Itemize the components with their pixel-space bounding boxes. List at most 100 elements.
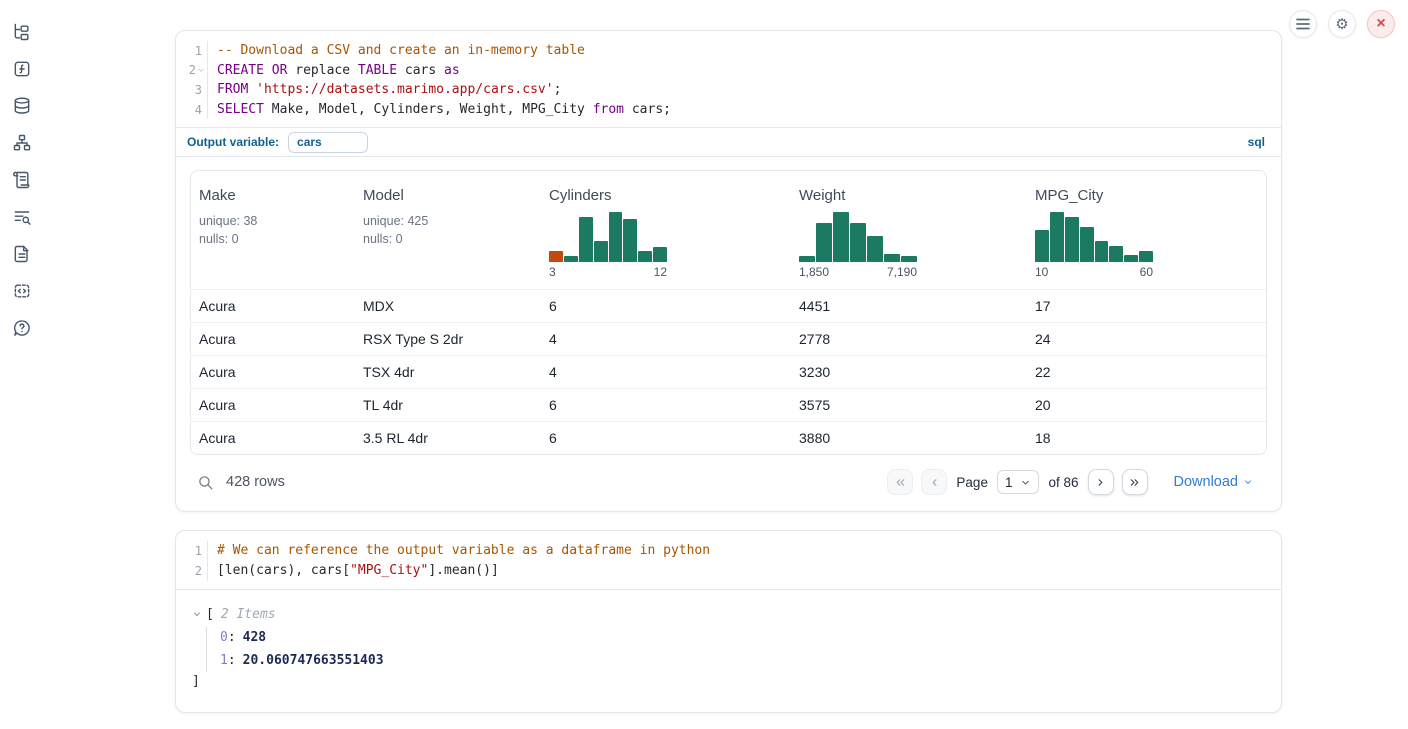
column-header[interactable]: Model unique: 425nulls: 0 (355, 177, 541, 283)
table-cell: TL 4dr (355, 397, 541, 413)
download-label: Download (1174, 474, 1239, 490)
histogram-bar (609, 212, 623, 262)
text-search-icon[interactable] (11, 206, 33, 228)
tree-item-value: 20.060747663551403 (243, 653, 384, 668)
histogram-bar (1124, 255, 1138, 262)
table-row[interactable]: AcuraMDX6445117 (191, 289, 1266, 322)
table-cell: 18 (1027, 430, 1266, 446)
code-area[interactable]: # We can reference the output variable a… (208, 541, 710, 580)
code-area[interactable]: -- Download a CSV and create an in-memor… (208, 41, 671, 119)
dependency-graph-icon[interactable] (11, 132, 33, 154)
table-cell: 6 (541, 397, 791, 413)
hamburger-menu-button[interactable] (1289, 10, 1317, 38)
fold-chevron-icon[interactable] (197, 63, 205, 77)
line-number: 2 (176, 561, 202, 581)
output-variable-label: Output variable: (187, 135, 279, 149)
page-select[interactable]: 1 (997, 470, 1040, 494)
previous-page-button[interactable] (921, 469, 947, 495)
table-row[interactable]: AcuraTSX 4dr4323022 (191, 355, 1266, 388)
table-cell: RSX Type S 2dr (355, 331, 541, 347)
left-sidebar (0, 0, 44, 729)
histogram-bar (594, 241, 608, 263)
line-number: 1 (176, 541, 202, 561)
column-header[interactable]: Weight1,8507,190 (791, 177, 1027, 283)
table-body: AcuraMDX6445117AcuraRSX Type S 2dr427782… (191, 289, 1266, 454)
close-x-icon: × (1376, 16, 1385, 32)
first-page-button[interactable] (887, 469, 913, 495)
table-cell: 6 (541, 298, 791, 314)
code-line: SELECT Make, Model, Cylinders, Weight, M… (217, 100, 671, 120)
table-footer: 428 rows Page 1 of 86 (190, 455, 1267, 511)
collapse-chevron-icon[interactable] (192, 609, 202, 619)
code-line: FROM 'https://datasets.marimo.app/cars.c… (217, 80, 671, 100)
histogram-bar (1050, 212, 1064, 262)
table-cell: Acura (191, 397, 355, 413)
histogram-bar (623, 219, 637, 262)
sql-code-editor[interactable]: 1234-- Download a CSV and create an in-m… (176, 31, 1281, 127)
settings-button[interactable]: ⚙ (1328, 10, 1356, 38)
sql-output-area: Makeunique: 38nulls: 0 Model unique: 425nu… (176, 157, 1281, 511)
language-badge: sql (1248, 135, 1265, 149)
snippets-icon[interactable] (11, 280, 33, 302)
histogram-bar (816, 223, 832, 262)
last-page-button[interactable] (1122, 469, 1148, 495)
tree-item-value: 428 (243, 630, 266, 645)
next-page-button[interactable] (1088, 469, 1114, 495)
database-icon[interactable] (11, 95, 33, 117)
tree-item-key: 0 (220, 630, 228, 645)
histogram-axis-labels: 1060 (1035, 265, 1153, 279)
column-header[interactable]: MPG_City 1060 (1027, 177, 1266, 283)
column-header[interactable]: Makeunique: 38nulls: 0 (191, 177, 355, 283)
output-variable-input[interactable] (288, 132, 368, 153)
file-tree-icon[interactable] (11, 21, 33, 43)
table-row[interactable]: AcuraRSX Type S 2dr4277824 (191, 322, 1266, 355)
tree-item: 0:428 (220, 627, 1265, 650)
histogram-bar (1109, 246, 1123, 263)
table-cell: Acura (191, 331, 355, 347)
code-line: [len(cars), cars["MPG_City"].mean()] (217, 561, 710, 581)
line-number: 3 (176, 80, 202, 100)
chevron-left-icon (928, 476, 941, 489)
table-cell: Acura (191, 298, 355, 314)
chevrons-left-icon (894, 476, 907, 489)
file-text-icon[interactable] (11, 243, 33, 265)
code-line: CREATE OR replace TABLE cars as (217, 61, 671, 81)
tree-close-bracket: ] (192, 672, 1265, 692)
page-select-value: 1 (1005, 475, 1013, 490)
column-histogram: 1060 (1035, 210, 1153, 279)
column-name: Cylinders (549, 187, 783, 204)
histogram-bar (867, 236, 883, 262)
table-cell: MDX (355, 298, 541, 314)
download-button[interactable]: Download (1174, 474, 1254, 490)
python-code-editor[interactable]: 12# We can reference the output variable… (176, 531, 1281, 588)
help-bubble-icon[interactable] (11, 317, 33, 339)
function-square-icon[interactable] (11, 58, 33, 80)
line-number-gutter: 12 (176, 541, 208, 580)
histogram-bar (1080, 227, 1094, 262)
line-number: 2 (176, 61, 202, 81)
table-row[interactable]: AcuraTL 4dr6357520 (191, 388, 1266, 421)
shutdown-button[interactable]: × (1367, 10, 1395, 38)
search-icon (197, 474, 214, 491)
line-number-gutter: 1234 (176, 41, 208, 119)
histogram-bar (833, 212, 849, 262)
scroll-logs-icon[interactable] (11, 169, 33, 191)
column-header[interactable]: Cylinders 312 (541, 177, 791, 283)
column-stats: unique: 425nulls: 0 (363, 213, 533, 248)
histogram-axis-labels: 1,8507,190 (799, 265, 917, 279)
column-name: MPG_City (1035, 187, 1258, 204)
table-row[interactable]: Acura3.5 RL 4dr6388018 (191, 421, 1266, 454)
table-cell: 3.5 RL 4dr (355, 430, 541, 446)
column-name: Model (363, 187, 533, 204)
histogram-bar (901, 256, 917, 263)
line-number: 1 (176, 41, 202, 61)
search-button[interactable] (194, 471, 216, 493)
table-cell: 20 (1027, 397, 1266, 413)
sql-cell: 1234-- Download a CSV and create an in-m… (175, 30, 1282, 512)
histogram-bar (579, 217, 593, 263)
histogram-axis-labels: 312 (549, 265, 667, 279)
chevrons-right-icon (1128, 476, 1141, 489)
row-count: 428 rows (226, 474, 285, 490)
chevron-down-icon (1243, 477, 1253, 487)
table-cell: 4 (541, 364, 791, 380)
